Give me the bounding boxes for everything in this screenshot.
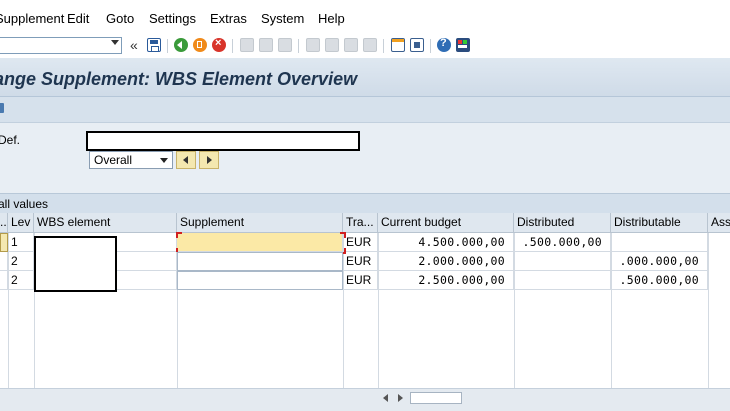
level-cell: 2 (8, 271, 34, 290)
toolbar-separator (430, 39, 431, 53)
supplement-input[interactable] (177, 252, 343, 271)
menu-settings[interactable]: Settings (149, 11, 196, 26)
header-area: Def. Overall (0, 123, 730, 193)
help-icon[interactable]: ? (437, 37, 451, 52)
focus-corner (340, 232, 346, 238)
def-field[interactable] (86, 131, 360, 151)
last-page-icon[interactable] (363, 38, 377, 52)
toolbar-separator (383, 39, 384, 53)
col-header-assigned[interactable]: Ass (708, 213, 730, 233)
exit-icon[interactable] (193, 38, 207, 52)
period-select-value: Overall (94, 153, 133, 167)
distributable-cell (611, 233, 708, 252)
row-selector[interactable] (0, 252, 8, 271)
menu-bar: Supplement Edit Goto Settings Extras Sys… (0, 0, 730, 36)
row-selector[interactable] (0, 271, 8, 290)
create-session-icon[interactable] (391, 38, 405, 52)
menu-extras[interactable]: Extras (210, 11, 247, 26)
currency-cell: EUR (343, 233, 378, 252)
current-budget-cell: 2.000.000,00 (378, 252, 514, 271)
supplement-input[interactable] (177, 271, 343, 290)
toolbar-separator (298, 39, 299, 53)
row-selector[interactable] (0, 233, 8, 252)
wbs-table: .. Lev WBS element Supplement Tra... Cur… (0, 213, 730, 388)
page-title: ange Supplement: WBS Element Overview (0, 69, 358, 89)
distributable-cell: .000.000,00 (611, 252, 708, 271)
distributed-cell (514, 271, 611, 290)
application-toolbar (0, 97, 730, 123)
distributable-cell: .500.000,00 (611, 271, 708, 290)
col-header-supplement[interactable]: Supplement (177, 213, 343, 233)
chevron-down-icon[interactable] (160, 158, 168, 163)
focus-corner (176, 232, 182, 238)
toolbar-separator (232, 39, 233, 53)
overview-icon[interactable] (0, 103, 4, 113)
level-cell: 1 (8, 233, 34, 252)
grid-title-bar: all values (0, 193, 730, 214)
wbs-element-redacted (34, 236, 117, 292)
menu-goto[interactable]: Goto (106, 11, 134, 26)
first-page-icon[interactable] (306, 38, 320, 52)
scroll-thumb[interactable] (410, 392, 462, 404)
col-header-lev[interactable]: Lev (8, 213, 34, 233)
scroll-right-icon[interactable] (398, 394, 403, 402)
menu-edit[interactable]: Edit (67, 11, 89, 26)
col-header-wbs[interactable]: WBS element (34, 213, 177, 233)
standard-toolbar: « × ? (0, 36, 730, 58)
col-header-distributed[interactable]: Distributed (514, 213, 611, 233)
menu-system[interactable]: System (261, 11, 304, 26)
print-icon[interactable] (240, 38, 254, 52)
chevron-right-icon (207, 156, 212, 164)
col-header-current-budget[interactable]: Current budget (378, 213, 514, 233)
currency-cell: EUR (343, 271, 378, 290)
grid-title: all values (0, 197, 49, 211)
chevron-left-icon (183, 156, 188, 164)
menu-help[interactable]: Help (318, 11, 345, 26)
horizontal-scrollbar[interactable] (0, 388, 730, 411)
scroll-left-icon[interactable] (383, 394, 388, 402)
distributed-cell: .500.000,00 (514, 233, 611, 252)
command-field[interactable] (0, 37, 122, 54)
customize-layout-icon[interactable] (456, 38, 470, 52)
col-header-distributable[interactable]: Distributable (611, 213, 708, 233)
chevron-down-icon[interactable] (111, 40, 119, 45)
find-next-icon[interactable] (278, 38, 292, 52)
col-header-sel[interactable]: .. (0, 213, 8, 233)
col-header-currency[interactable]: Tra... (343, 213, 378, 233)
toolbar-separator (167, 39, 168, 53)
def-label: Def. (0, 133, 21, 147)
period-select[interactable]: Overall (89, 151, 173, 169)
shortcut-icon[interactable] (410, 38, 424, 52)
find-icon[interactable] (259, 38, 273, 52)
next-page-icon[interactable] (344, 38, 358, 52)
level-cell: 2 (8, 252, 34, 271)
supplement-input[interactable] (177, 233, 343, 252)
title-bar: ange Supplement: WBS Element Overview (0, 58, 730, 97)
cancel-icon[interactable]: × (212, 37, 226, 52)
next-period-button[interactable] (199, 151, 219, 169)
current-budget-cell: 2.500.000,00 (378, 271, 514, 290)
history-chevron-icon[interactable]: « (130, 37, 138, 53)
previous-page-icon[interactable] (325, 38, 339, 52)
current-budget-cell: 4.500.000,00 (378, 233, 514, 252)
previous-period-button[interactable] (176, 151, 196, 169)
back-icon[interactable] (174, 38, 188, 52)
currency-cell: EUR (343, 252, 378, 271)
distributed-cell (514, 252, 611, 271)
save-icon[interactable] (147, 38, 161, 52)
menu-supplement[interactable]: Supplement (0, 11, 64, 26)
